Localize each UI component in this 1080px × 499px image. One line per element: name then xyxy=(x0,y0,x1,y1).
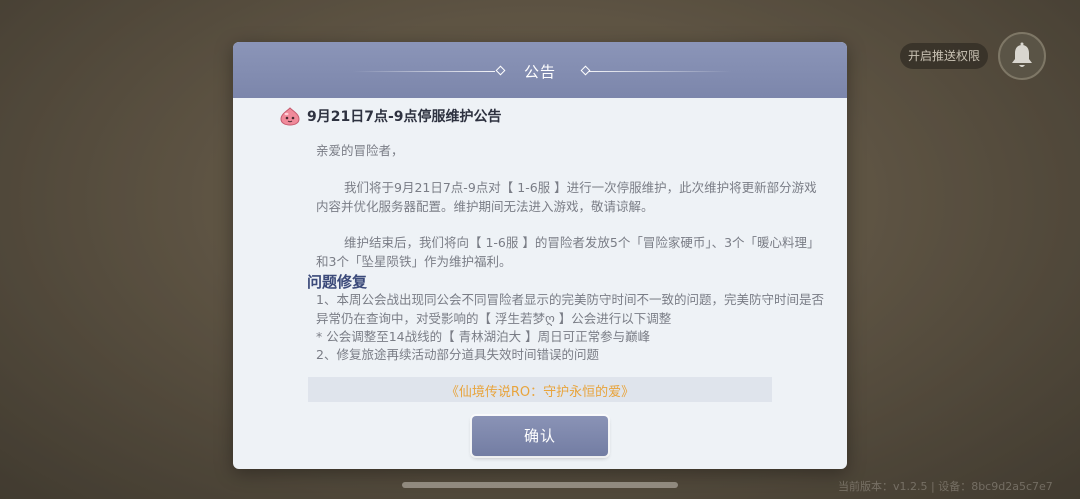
notice-title-row: 9月21日7点-9点停服维护公告 xyxy=(278,104,502,128)
greeting-text: 亲爱的冒险者， xyxy=(316,143,404,158)
compensation-paragraph: 维护结束后，我们将向【 1-6服 】的冒险者发放5个「冒险家硬币」、3个「暖心料… xyxy=(316,235,820,269)
slogan-banner: 《仙境传说RO：守护永恒的爱》 xyxy=(308,377,772,402)
notification-bell-button[interactable] xyxy=(998,32,1046,80)
poring-icon xyxy=(280,107,300,126)
game-screen: 开启推送权限 公告 9月21日7点-9点停服维护公告 亲爱的冒险者， 我们将于9… xyxy=(0,0,1080,499)
section-title-bugfix: 问题修复 xyxy=(307,273,368,291)
announcement-content[interactable]: 9月21日7点-9点停服维护公告 亲爱的冒险者， 我们将于9月21日7点-9点对… xyxy=(233,98,847,469)
fix-item-1: 1、本周公会战出现同公会不同冒险者显示的完美防守时间不一致的问题，完美防守时间是… xyxy=(316,292,824,326)
fix-item-1-note: * 公会调整至14战线的【 青林湖泊大 】周日可正常参与巅峰 xyxy=(316,329,651,344)
confirm-button[interactable]: 确认 xyxy=(472,416,608,456)
status-text: 当前版本：v1.2.5 | 设备：8bc9d2a5c7e7 xyxy=(838,480,1053,493)
home-indicator-bar[interactable] xyxy=(402,482,678,488)
slogan-text: 《仙境传说RO：守护永恒的爱》 xyxy=(445,385,635,400)
notice-title: 9月21日7点-9点停服维护公告 xyxy=(307,109,502,125)
bell-icon xyxy=(1012,42,1032,67)
push-permission-button[interactable]: 开启推送权限 xyxy=(900,43,988,69)
dialog-header: 公告 xyxy=(233,42,847,98)
header-divider-right xyxy=(589,71,731,72)
maintenance-paragraph: 我们将于9月21日7点-9点对【 1-6服 】进行一次停服维护，此次维护将更新部… xyxy=(316,180,817,214)
fix-item-2: 2、修复旅途再续活动部分道具失效时间错误的问题 xyxy=(316,347,599,362)
announcement-dialog: 公告 9月21日7点-9点停服维护公告 亲爱的冒险者， 我们将于9月21日7点-… xyxy=(233,42,847,469)
dialog-title: 公告 xyxy=(523,63,556,81)
